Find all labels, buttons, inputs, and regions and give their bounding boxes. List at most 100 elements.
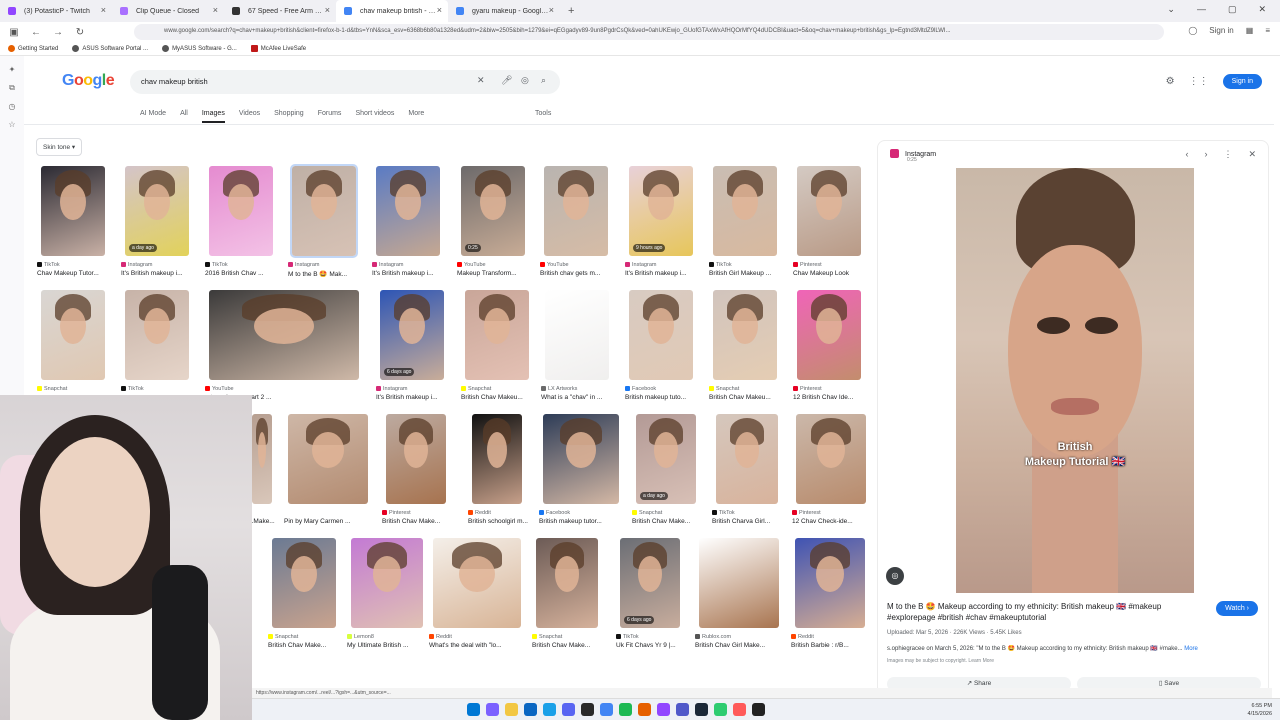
result-source[interactable]: Pinterest	[793, 386, 822, 392]
image-result[interactable]	[699, 538, 779, 628]
browser-tab[interactable]: 67 Speed - Free Arm Speed Ch×	[224, 0, 336, 22]
result-source[interactable]: Reddit	[429, 634, 452, 640]
image-result[interactable]	[543, 414, 619, 504]
browser-tab[interactable]: Clip Queue - Closed ×	[112, 0, 224, 22]
sparkle-icon[interactable]: ✦	[0, 65, 24, 74]
search-icon[interactable]: ⌕	[541, 75, 546, 86]
image-result[interactable]	[351, 538, 423, 628]
result-source[interactable]: Snapchat	[461, 386, 491, 392]
image-result[interactable]	[544, 166, 608, 256]
result-source[interactable]: Snapchat	[532, 634, 562, 640]
result-title[interactable]: British Barbie : r/B...	[791, 642, 867, 649]
preview-title[interactable]: M to the B 🤩 Makeup according to my ethn…	[887, 601, 1207, 623]
forward-icon[interactable]: →	[50, 27, 66, 38]
result-title[interactable]: Uk Fit Chavs Yr 9 |...	[616, 642, 692, 649]
image-result[interactable]	[125, 290, 189, 380]
tab-shopping[interactable]: Shopping	[274, 110, 304, 123]
result-source[interactable]: Reddit	[468, 510, 491, 516]
steam-icon[interactable]	[695, 703, 708, 716]
result-title[interactable]: British Chav Girl Make...	[695, 642, 771, 649]
result-source[interactable]: Pinterest	[382, 510, 411, 516]
result-source[interactable]: TikTok	[712, 510, 735, 516]
result-source[interactable]: Pinterest	[793, 262, 822, 268]
result-title[interactable]: My Ultimate British ...	[347, 642, 423, 649]
close-icon[interactable]: ×	[437, 5, 442, 15]
image-result[interactable]	[629, 290, 693, 380]
result-title[interactable]: 12 Chav Check-ide...	[792, 518, 868, 525]
image-result[interactable]	[465, 290, 529, 380]
teams-icon[interactable]	[676, 703, 689, 716]
result-title[interactable]: British makeup tuto...	[625, 394, 701, 401]
new-tab-icon[interactable]: +	[568, 5, 574, 17]
reload-icon[interactable]: ↻	[72, 27, 88, 38]
gear-icon[interactable]: ⚙	[1166, 76, 1175, 87]
result-title[interactable]: British Chav Make...	[632, 518, 708, 525]
result-source[interactable]: Snapchat	[268, 634, 298, 640]
tab-more[interactable]: More	[408, 110, 424, 123]
result-title[interactable]: Chav Makeup Tutor...	[37, 270, 113, 277]
result-source[interactable]: Instagram	[372, 262, 403, 268]
result-title[interactable]: Chav Makeup Look	[793, 270, 869, 277]
result-title[interactable]: It's British makeup i...	[625, 270, 701, 277]
result-title[interactable]: It's British makeup i...	[376, 394, 452, 401]
result-title[interactable]: British Chav Make...	[532, 642, 608, 649]
app-icon[interactable]	[714, 703, 727, 716]
outlook-icon[interactable]	[524, 703, 537, 716]
result-source[interactable]: Instagram	[288, 262, 319, 268]
profile-icon[interactable]: ◯	[1188, 26, 1197, 35]
bookmark-icon[interactable]: ☆	[0, 120, 24, 129]
result-source[interactable]: TikTok	[37, 262, 60, 268]
tabs-icon[interactable]: ⧉	[0, 83, 24, 93]
result-title[interactable]: British chav gets m...	[540, 270, 616, 277]
result-title[interactable]: British Charva Girl...	[712, 518, 788, 525]
image-result[interactable]: 0:25	[461, 166, 525, 256]
minimize-icon[interactable]: —	[1197, 4, 1206, 15]
image-result[interactable]	[433, 538, 521, 628]
image-result[interactable]	[272, 538, 336, 628]
image-result[interactable]	[41, 290, 105, 380]
result-source[interactable]: Instagram	[625, 262, 656, 268]
result-source[interactable]: Instagram	[121, 262, 152, 268]
browser-tab-active[interactable]: chav makeup british - Google S×	[336, 0, 448, 22]
apps-grid-icon[interactable]: ⋮⋮	[1189, 76, 1209, 87]
result-source[interactable]: YouTube	[205, 386, 234, 392]
lens-icon[interactable]: ◎	[886, 567, 904, 585]
close-icon[interactable]: ×	[101, 5, 106, 15]
image-result[interactable]: 6 days ago	[620, 538, 680, 628]
search-input[interactable]: chav makeup british ✕ 🎤︎ ◎ ⌕	[130, 70, 560, 94]
image-result[interactable]: 6 days ago	[380, 290, 444, 380]
result-title[interactable]: British Chav Make...	[268, 642, 344, 649]
result-source[interactable]: TikTok	[121, 386, 144, 392]
image-result[interactable]	[716, 414, 778, 504]
tab-ai-mode[interactable]: AI Mode	[140, 110, 166, 123]
image-result[interactable]	[41, 166, 105, 256]
result-title[interactable]: British Girl Makeup ...	[709, 270, 785, 277]
result-title[interactable]: Makeup Transform...	[457, 270, 533, 277]
close-icon[interactable]: ×	[213, 5, 218, 15]
result-source[interactable]: Instagram	[376, 386, 407, 392]
windows-start-icon[interactable]	[467, 703, 480, 716]
camera-icon[interactable]: ◎	[521, 75, 529, 86]
image-result[interactable]	[795, 538, 865, 628]
result-source[interactable]: YouTube	[457, 262, 486, 268]
image-result[interactable]	[797, 166, 861, 256]
image-result[interactable]	[209, 166, 273, 256]
result-title[interactable]: British Chav Make...	[382, 518, 458, 525]
tab-videos[interactable]: Videos	[239, 110, 260, 123]
browser-tab[interactable]: gyaru makeup - Google Search×	[448, 0, 560, 22]
result-title[interactable]: British Chav Makeu...	[709, 394, 785, 401]
obs-icon[interactable]	[752, 703, 765, 716]
tab-short-videos[interactable]: Short videos	[355, 110, 394, 123]
profile-label[interactable]: Sign in	[1209, 26, 1233, 35]
image-result[interactable]	[796, 414, 866, 504]
result-source[interactable]: Lemon8	[347, 634, 374, 640]
result-source[interactable]: Facebook	[625, 386, 656, 392]
close-icon[interactable]: ×	[549, 5, 554, 15]
google-logo[interactable]: Google	[62, 72, 115, 90]
image-result[interactable]	[209, 290, 359, 380]
result-source[interactable]: Rublox.com	[695, 634, 731, 640]
maximize-icon[interactable]: ▢	[1228, 4, 1237, 15]
copilot-icon[interactable]	[486, 703, 499, 716]
preview-image[interactable]: British Makeup Tutorial 🇬🇧	[956, 168, 1194, 593]
result-source[interactable]: TikTok	[205, 262, 228, 268]
